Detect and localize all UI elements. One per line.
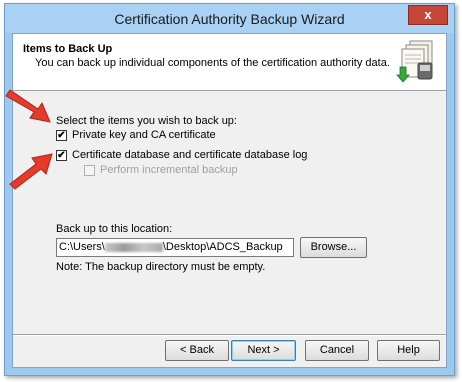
redacted-username xyxy=(104,242,163,252)
browse-button[interactable]: Browse... xyxy=(300,237,367,258)
page-title: Items to Back Up xyxy=(23,43,113,55)
title-bar[interactable]: Certification Authority Backup Wizard x xyxy=(5,4,454,33)
back-button[interactable]: < Back xyxy=(165,340,229,361)
path-suffix: \Desktop\ADCS_Backup xyxy=(162,241,283,253)
next-button[interactable]: Next > xyxy=(231,340,296,361)
location-label: Back up to this location: xyxy=(56,223,173,235)
wizard-window: Certification Authority Backup Wizard x … xyxy=(4,3,455,376)
window-title: Certification Authority Backup Wizard xyxy=(114,11,345,27)
path-prefix: C:\Users\ xyxy=(59,241,105,253)
close-button[interactable]: x xyxy=(408,5,448,25)
annotation-arrow-private-key xyxy=(5,89,51,123)
wizard-body: Items to Back Up You can back up individ… xyxy=(12,33,447,368)
incremental-label: Perform incremental backup xyxy=(100,164,238,176)
cancel-button[interactable]: Cancel xyxy=(305,340,369,361)
cert-db-checkbox[interactable]: ✔ xyxy=(56,150,67,161)
backup-path-input[interactable]: C:\Users\ \Desktop\ADCS_Backup xyxy=(56,238,294,257)
page-subtitle: You can back up individual components of… xyxy=(35,57,390,69)
help-button[interactable]: Help xyxy=(377,340,440,361)
private-key-label[interactable]: Private key and CA certificate xyxy=(72,129,216,141)
backup-note: Note: The backup directory must be empty… xyxy=(56,261,266,273)
cert-db-label[interactable]: Certificate database and certificate dat… xyxy=(72,149,307,161)
items-prompt: Select the items you wish to back up: xyxy=(56,115,237,127)
footer-divider xyxy=(13,334,446,336)
private-key-checkbox[interactable]: ✔ xyxy=(56,130,67,141)
incremental-checkbox[interactable] xyxy=(84,165,95,176)
annotation-arrow-cert-db xyxy=(9,153,53,190)
wizard-header: Items to Back Up You can back up individ… xyxy=(13,34,446,91)
ca-backup-icon xyxy=(396,40,433,83)
